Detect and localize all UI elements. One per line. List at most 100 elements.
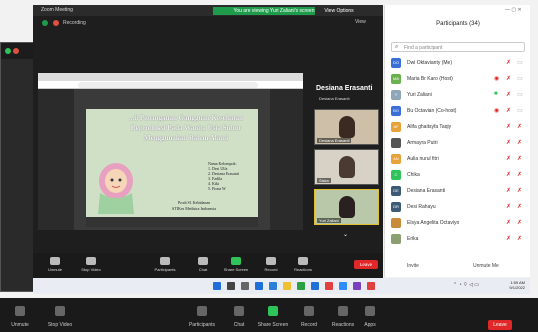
participant-name: Elsya Angelita Octaviyo [407, 220, 460, 226]
avatar: BO [391, 106, 401, 116]
under-leave-button[interactable]: Leave [488, 320, 512, 330]
view-button[interactable]: View [355, 19, 366, 25]
participant-row[interactable]: Armayra Putri ✗ ✗ [391, 136, 525, 151]
participants-icon [160, 257, 170, 265]
recording-label: Recording [63, 20, 86, 26]
browser-tabbar [38, 73, 303, 81]
clock[interactable]: 1:59 AM 9/1/2022 [501, 280, 525, 290]
meeting-toolbar: Unmute Stop Video Participants Chat Shar… [33, 253, 383, 278]
participants-title: Participants (34) [436, 21, 480, 27]
participant-search-input[interactable]: ⌕ Find a participant [391, 42, 525, 52]
video-icon[interactable] [55, 306, 65, 316]
participant-row[interactable]: DR Desi Rahayu ✗ ✗ [391, 200, 525, 215]
slide-thumbnails-pane [38, 89, 74, 230]
chrome-icon[interactable] [297, 282, 305, 290]
slide-title: ...ii Penanganan Gangguan Kesehatan Repr… [129, 114, 243, 142]
task-view-icon[interactable] [241, 282, 249, 290]
avatar [391, 234, 401, 244]
system-tray[interactable]: ⌃ ◔ ⌔ ◁ ▭ [453, 282, 479, 288]
participant-row[interactable]: DO Dwi Oktavianty (Me) ✗ ▭ [391, 56, 525, 71]
status-dot-icon [13, 48, 19, 54]
file-explorer-icon[interactable] [283, 282, 291, 290]
chat-icon[interactable] [234, 306, 244, 316]
under-stop-video-label[interactable]: Stop Video [40, 322, 80, 328]
video-thumbnail[interactable]: Siska [314, 149, 379, 185]
store-icon[interactable] [311, 282, 319, 290]
participant-name: Armayra Putri [407, 140, 438, 146]
avatar: AF [391, 122, 401, 132]
participant-row[interactable]: AN Aulia nurul fitri ✗ ✗ [391, 152, 525, 167]
mic-off-icon: ✗ [506, 204, 512, 210]
video-thumbnail[interactable]: Yuri Zaliani [314, 189, 379, 225]
mic-icon[interactable] [15, 306, 25, 316]
zoom-icon[interactable] [339, 282, 347, 290]
camera-off-icon: ▭ [517, 108, 523, 114]
app-icon[interactable] [353, 282, 361, 290]
reactions-button[interactable]: Reactions [281, 257, 325, 272]
participant-row[interactable]: C Chika ✗ ✗ [391, 168, 525, 183]
slide-institution: STIKes Medistra Indonesia [172, 206, 216, 211]
stop-video-button[interactable]: Stop Video [69, 257, 113, 272]
recording-icon: ◉ [494, 108, 500, 114]
presentation-area: ...ii Penanganan Gangguan Kesehatan Repr… [38, 89, 303, 230]
slide-program: Prodi S1 Kebidanan [177, 200, 211, 205]
avatar: C [391, 170, 401, 180]
avatar: MB [391, 74, 401, 84]
presentation-controls[interactable] [86, 217, 258, 227]
search-icon: ⌕ [395, 44, 399, 50]
reactions-icon[interactable] [338, 306, 348, 316]
under-unmute-label[interactable]: Unmute [0, 322, 40, 328]
thumbnail-name: Yuri Zaliani [317, 218, 341, 223]
video-thumbnail[interactable]: Desiana Erasanti [314, 109, 379, 145]
participant-row[interactable]: Y Yuri Zaliani ■ ✗ ▭ [391, 88, 525, 103]
edge-icon[interactable] [269, 282, 277, 290]
zoom-meeting-window: Zoom Meeting You are viewing Yuri Zalian… [33, 5, 383, 278]
avatar: DR [391, 202, 401, 212]
chevron-down-icon[interactable]: ⌄ [343, 231, 348, 238]
avatar: DE [391, 186, 401, 196]
security-shield-icon[interactable] [42, 20, 48, 26]
avatar: DO [391, 58, 401, 68]
view-options-button[interactable]: View Options [315, 7, 363, 15]
active-speaker-name: Desiana Erasanti [316, 85, 373, 92]
participant-row[interactable]: MB Maria Br Karo (Host) ◉ ✗ ▭ [391, 72, 525, 87]
camera-off-icon: ▭ [517, 92, 523, 98]
apps-icon[interactable] [365, 306, 375, 316]
participant-name: Alifa ghaitsyfa Taqiy [407, 124, 452, 130]
mic-off-icon: ✗ [506, 140, 512, 146]
screen: Unmute Stop Video Participants Chat Shar… [0, 0, 538, 332]
participant-name: Dwi Oktavianty (Me) [407, 60, 453, 66]
participant-row[interactable]: AF Alifa ghaitsyfa Taqiy ✗ ✗ [391, 120, 525, 135]
status-dot-icon [5, 48, 11, 54]
participant-row[interactable]: Elsya Angelita Octaviyo ✗ ✗ [391, 216, 525, 231]
member-item: 5. Fiona W [208, 186, 226, 191]
participant-row[interactable]: Erika ✗ ✗ [391, 232, 525, 247]
search-placeholder: Find a participant [404, 45, 443, 51]
under-participants-label[interactable]: Participants [182, 322, 222, 328]
mic-off-icon: ✗ [506, 76, 512, 82]
app-icon[interactable] [367, 282, 375, 290]
search-icon[interactable] [227, 282, 235, 290]
chat-icon [198, 257, 208, 265]
unmute-me-button[interactable]: Unmute Me [473, 263, 499, 269]
group-members: Nama Kelompok: 1. Desi Ulfa 2. Desiana E… [208, 161, 239, 191]
windows-start-icon[interactable] [213, 282, 221, 290]
under-share-label[interactable]: Share Screen [253, 322, 293, 328]
invite-button[interactable]: Invite [407, 263, 419, 269]
record-icon[interactable] [304, 306, 314, 316]
widgets-icon[interactable] [255, 282, 263, 290]
participant-row[interactable]: BO Bu Octavian (Co-host) ◉ ✗ ▭ [391, 104, 525, 119]
under-apps-label[interactable]: Apps [350, 322, 390, 328]
record-icon [266, 257, 276, 265]
app-icon[interactable] [325, 282, 333, 290]
avatar [391, 218, 401, 228]
mic-off-icon: ✗ [506, 108, 512, 114]
camera-off-icon: ✗ [517, 204, 523, 210]
participant-name: Maria Br Karo (Host) [407, 76, 453, 82]
leave-button[interactable]: Leave [354, 260, 378, 269]
reactions-label: Reactions [294, 267, 312, 272]
share-screen-icon[interactable] [268, 306, 278, 316]
participant-row[interactable]: DE Desiana Erasanti ✗ ✗ [391, 184, 525, 199]
window-controls[interactable]: — ▢ ✕ [505, 7, 522, 13]
participants-icon[interactable] [197, 306, 207, 316]
